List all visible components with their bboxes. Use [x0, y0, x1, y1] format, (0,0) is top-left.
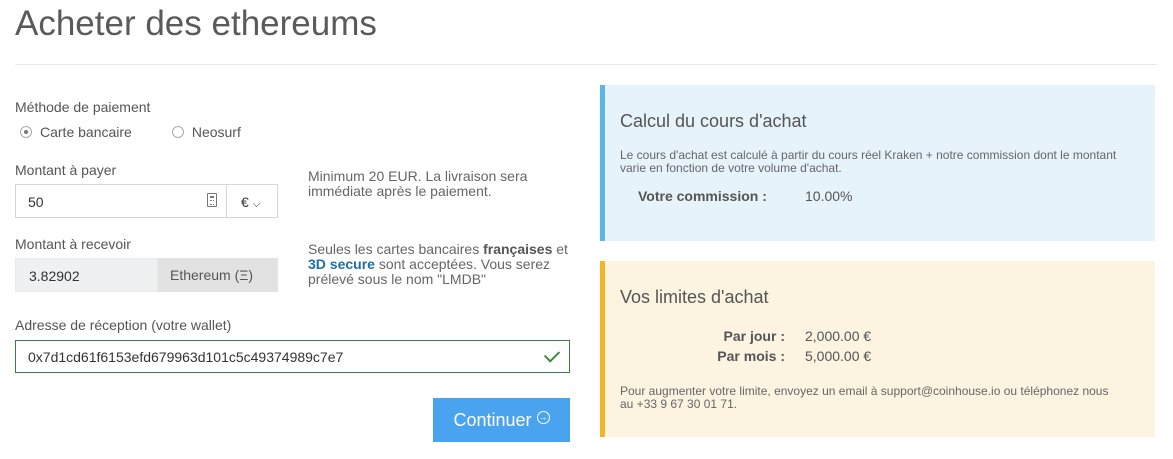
- amount-label: Montant à payer: [15, 162, 117, 178]
- payment-option-neosurf-label: Neosurf: [191, 124, 241, 140]
- currency-select[interactable]: € ⌵: [226, 184, 278, 218]
- day-limit-value: 2,000.00 €: [805, 328, 872, 344]
- calculator-icon: [207, 193, 217, 207]
- continue-label: Continuer: [453, 409, 532, 430]
- continue-button[interactable]: Continuer →: [433, 398, 570, 442]
- rate-panel-title: Calcul du cours d'achat: [620, 111, 807, 131]
- payment-method-group: Carte bancaire Neosurf: [20, 124, 241, 140]
- wallet-label: Adresse de réception (votre wallet): [15, 317, 232, 333]
- card-hint-3dsecure: 3D secure: [308, 256, 375, 272]
- amount-hint: Minimum 20 EUR. La livraison sera immédi…: [308, 168, 528, 199]
- rate-panel: Calcul du cours d'achat Le cours d'achat…: [600, 85, 1155, 241]
- rate-panel-description: Le cours d'achat est calculé à partir du…: [620, 148, 1117, 175]
- radio-neosurf[interactable]: [171, 126, 184, 138]
- card-hint: Seules les cartes bancaires françaises e…: [308, 242, 570, 287]
- page-title: Acheter des ethereums: [15, 4, 377, 43]
- limits-panel: Vos limites d'achat Par jour : 2,000.00 …: [600, 261, 1155, 437]
- payment-option-card[interactable]: Carte bancaire: [20, 124, 132, 140]
- month-limit-value: 5,000.00 €: [805, 348, 872, 364]
- arrow-circle-right-icon: →: [536, 410, 550, 424]
- chevron-down-icon: ⌵: [252, 199, 261, 210]
- amount-input[interactable]: 50: [15, 184, 227, 218]
- commission-value: 10.00%: [805, 188, 853, 204]
- commission-label: Votre commission :: [638, 188, 767, 204]
- card-hint-bold: françaises: [483, 241, 553, 257]
- limits-note: Pour augmenter votre limite, envoyez un …: [620, 384, 1109, 411]
- payment-option-card-label: Carte bancaire: [40, 124, 132, 140]
- payment-method-label: Méthode de paiement: [15, 99, 151, 115]
- limits-panel-title: Vos limites d'achat: [620, 287, 769, 307]
- card-hint-prefix: Seules les cartes bancaires: [308, 241, 480, 257]
- receive-unit: Ethereum (Ξ): [158, 258, 278, 292]
- title-divider: [15, 64, 1157, 65]
- card-hint-and: et: [556, 241, 568, 257]
- receive-label: Montant à recevoir: [15, 236, 131, 252]
- payment-option-neosurf[interactable]: Neosurf: [171, 124, 241, 140]
- radio-card[interactable]: [20, 126, 32, 138]
- wallet-input[interactable]: 0x7d1cd61f6153efd679963d101c5c49374989c7…: [15, 340, 570, 373]
- day-limit-label: Par jour :: [723, 328, 785, 344]
- currency-value: €: [241, 194, 249, 210]
- receive-amount: 3.82902: [15, 258, 158, 292]
- month-limit-label: Par mois :: [717, 348, 785, 364]
